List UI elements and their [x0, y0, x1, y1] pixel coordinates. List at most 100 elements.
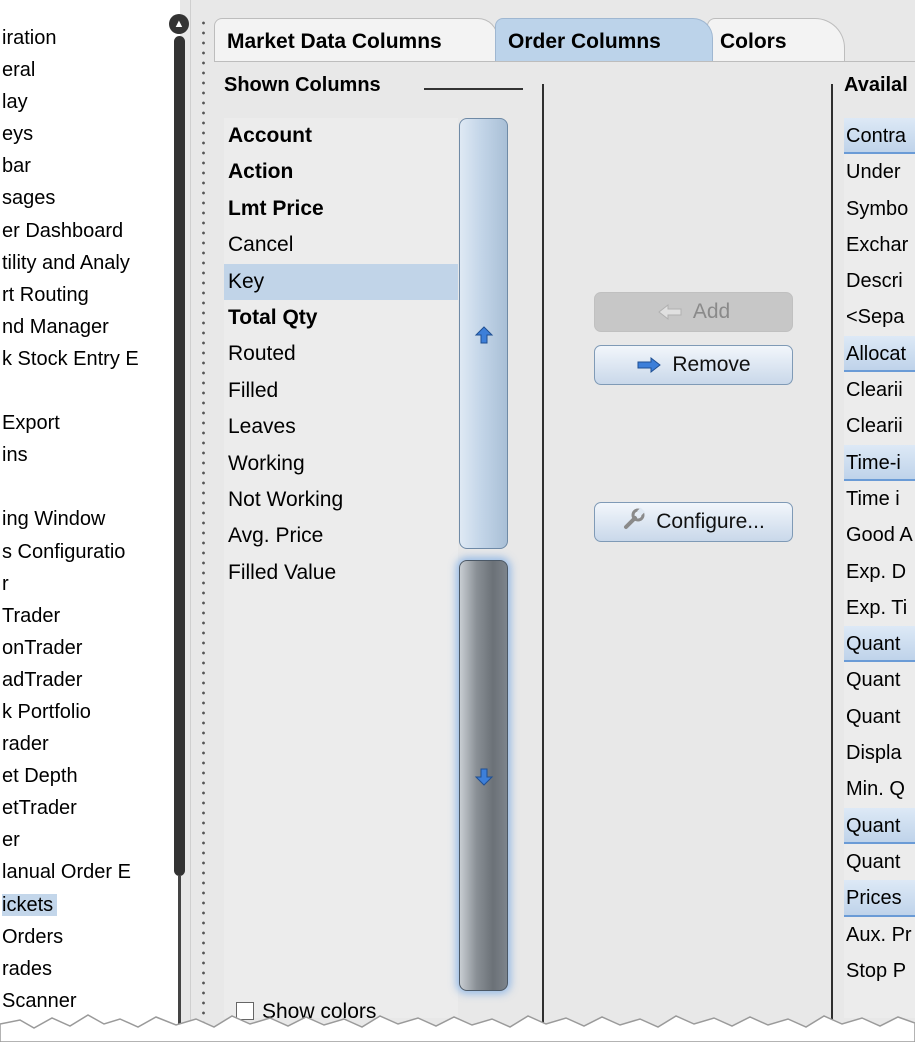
remove-button[interactable]: Remove	[594, 345, 793, 385]
available-column-item[interactable]: Exp. Ti	[844, 590, 915, 626]
scroll-up-icon[interactable]: ▲	[169, 14, 189, 34]
tree-item[interactable]: ickets	[0, 889, 170, 921]
shown-column-item[interactable]: Cancel	[224, 227, 458, 263]
tree-item[interactable]: Orders	[0, 921, 170, 953]
tree-item[interactable]: ins	[0, 439, 170, 471]
tree-item[interactable]: et Depth	[0, 760, 170, 792]
available-column-item[interactable]: Stop P	[844, 953, 915, 989]
group-border	[424, 88, 523, 90]
available-column-item[interactable]: Displa	[844, 735, 915, 771]
move-up-button[interactable]	[459, 118, 508, 549]
tree-item[interactable]: adTrader	[0, 664, 170, 696]
tree-item[interactable]: lay	[0, 86, 170, 118]
tree-item[interactable]: Export	[0, 407, 170, 439]
tree-item[interactable]: s Configuratio	[0, 536, 170, 568]
shown-columns-title: Shown Columns	[224, 74, 381, 96]
tree-item[interactable]: lanual Order E	[0, 856, 170, 888]
tree-item[interactable]: iration	[0, 22, 170, 54]
tree-item-label: et Depth	[2, 765, 78, 788]
available-column-item[interactable]: Time i	[844, 481, 915, 517]
shown-column-item[interactable]: Account	[224, 118, 458, 154]
tree-item[interactable]: etTrader	[0, 792, 170, 824]
torn-edge	[0, 1014, 915, 1042]
available-column-item[interactable]: Quant	[844, 699, 915, 735]
tree-item[interactable]: rt Routing	[0, 279, 170, 311]
available-column-item[interactable]: Good A	[844, 517, 915, 553]
tree-item[interactable]: er	[0, 824, 170, 856]
available-column-item[interactable]: Min. Q	[844, 771, 915, 807]
shown-column-item[interactable]: Filled Value	[224, 555, 458, 591]
add-button-label: Add	[692, 300, 731, 323]
available-columns-list[interactable]: Contra Under Symbo Exchar Descri <Sepa Allocat…	[844, 118, 915, 1018]
available-column-item[interactable]: Exchar	[844, 227, 915, 263]
tree-item-label: bar	[2, 155, 31, 178]
shown-column-item[interactable]: Action	[224, 154, 458, 190]
tree-item[interactable]: eral	[0, 54, 170, 86]
shown-column-item[interactable]: Filled	[224, 373, 458, 409]
settings-tree-panel: iration eral lay eys bar sages er Dashboard til…	[0, 0, 180, 1042]
configure-button-label: Configure...	[656, 510, 765, 533]
tree-item[interactable]: eys	[0, 118, 170, 150]
shown-column-item[interactable]: Leaves	[224, 409, 458, 445]
splitter-grip-icon	[202, 18, 205, 1042]
tree-scrollbar-thumb[interactable]	[174, 36, 185, 876]
tree-item[interactable]: tility and Analy	[0, 247, 170, 279]
tree-item-label: iration	[2, 27, 57, 49]
available-column-group[interactable]: Time-i	[844, 444, 915, 481]
tree-item[interactable]: sages	[0, 182, 170, 214]
arrow-down-icon	[474, 768, 493, 786]
available-column-group[interactable]: Quant	[844, 807, 915, 844]
add-button[interactable]: Add	[594, 292, 793, 332]
available-column-group[interactable]: Allocat	[844, 335, 915, 373]
available-column-item[interactable]: Descri	[844, 263, 915, 299]
tree-item-label: k Portfolio	[2, 700, 91, 723]
shown-columns-list[interactable]: Account Action Lmt Price Cancel Key Total Qty…	[224, 118, 458, 1018]
move-down-button[interactable]	[459, 560, 508, 991]
shown-column-item[interactable]: Routed	[224, 336, 458, 372]
available-column-group[interactable]: Contra	[844, 118, 915, 155]
available-column-group[interactable]: Quant	[844, 626, 915, 663]
tree-item-label: onTrader	[2, 636, 83, 659]
arrow-right-icon	[637, 356, 662, 374]
shown-column-item[interactable]: Total Qty	[224, 300, 458, 336]
tab-market-data-columns[interactable]: Market Data Columns	[214, 18, 498, 62]
tree-item[interactable]	[0, 471, 170, 503]
tree-item[interactable]: k Stock Entry E	[0, 343, 170, 375]
tree-item-label: rader	[2, 733, 49, 756]
tree-item[interactable]: k Portfolio	[0, 696, 170, 728]
tree-item-label: nd Manager	[2, 315, 109, 338]
available-column-item[interactable]: Exp. D	[844, 554, 915, 590]
shown-column-item[interactable]: Working	[224, 446, 458, 482]
configure-button[interactable]: Configure...	[594, 502, 793, 542]
available-column-item[interactable]: Aux. Pr	[844, 917, 915, 953]
tree-item[interactable]: rades	[0, 953, 170, 985]
shown-column-item[interactable]: Avg. Price	[224, 518, 458, 554]
available-column-item[interactable]: Symbo	[844, 191, 915, 227]
tree-item-label: rt Routing	[2, 283, 89, 306]
tree-item[interactable]: r	[0, 568, 170, 600]
shown-column-item[interactable]: Lmt Price	[224, 191, 458, 227]
tree-item[interactable]: er Dashboard	[0, 215, 170, 247]
tree-item-label: ins	[2, 444, 28, 467]
tree-item[interactable]: bar	[0, 150, 170, 182]
available-column-item[interactable]: Quant	[844, 662, 915, 698]
available-column-item[interactable]: Clearii	[844, 372, 915, 408]
available-column-group[interactable]: Prices	[844, 880, 915, 917]
available-column-item[interactable]: <Sepa	[844, 299, 915, 335]
tree-item[interactable]: nd Manager	[0, 311, 170, 343]
tree-item[interactable]	[0, 375, 170, 407]
tab-order-columns[interactable]: Order Columns	[495, 18, 713, 62]
tree-item[interactable]: onTrader	[0, 632, 170, 664]
tree-item[interactable]: Trader	[0, 600, 170, 632]
arrow-up-icon	[474, 326, 493, 344]
available-column-item[interactable]: Quant	[844, 844, 915, 880]
tab-colors[interactable]: Colors	[707, 18, 845, 62]
tree-item-label: tility and Analy	[2, 251, 130, 274]
available-column-item[interactable]: Clearii	[844, 408, 915, 444]
available-column-item[interactable]: Under	[844, 154, 915, 190]
tree-item[interactable]: rader	[0, 728, 170, 760]
arrow-left-icon	[657, 303, 682, 321]
shown-column-item[interactable]: Not Working	[224, 482, 458, 518]
tree-item[interactable]: ing Window	[0, 503, 170, 535]
shown-column-item[interactable]: Key	[224, 263, 458, 300]
